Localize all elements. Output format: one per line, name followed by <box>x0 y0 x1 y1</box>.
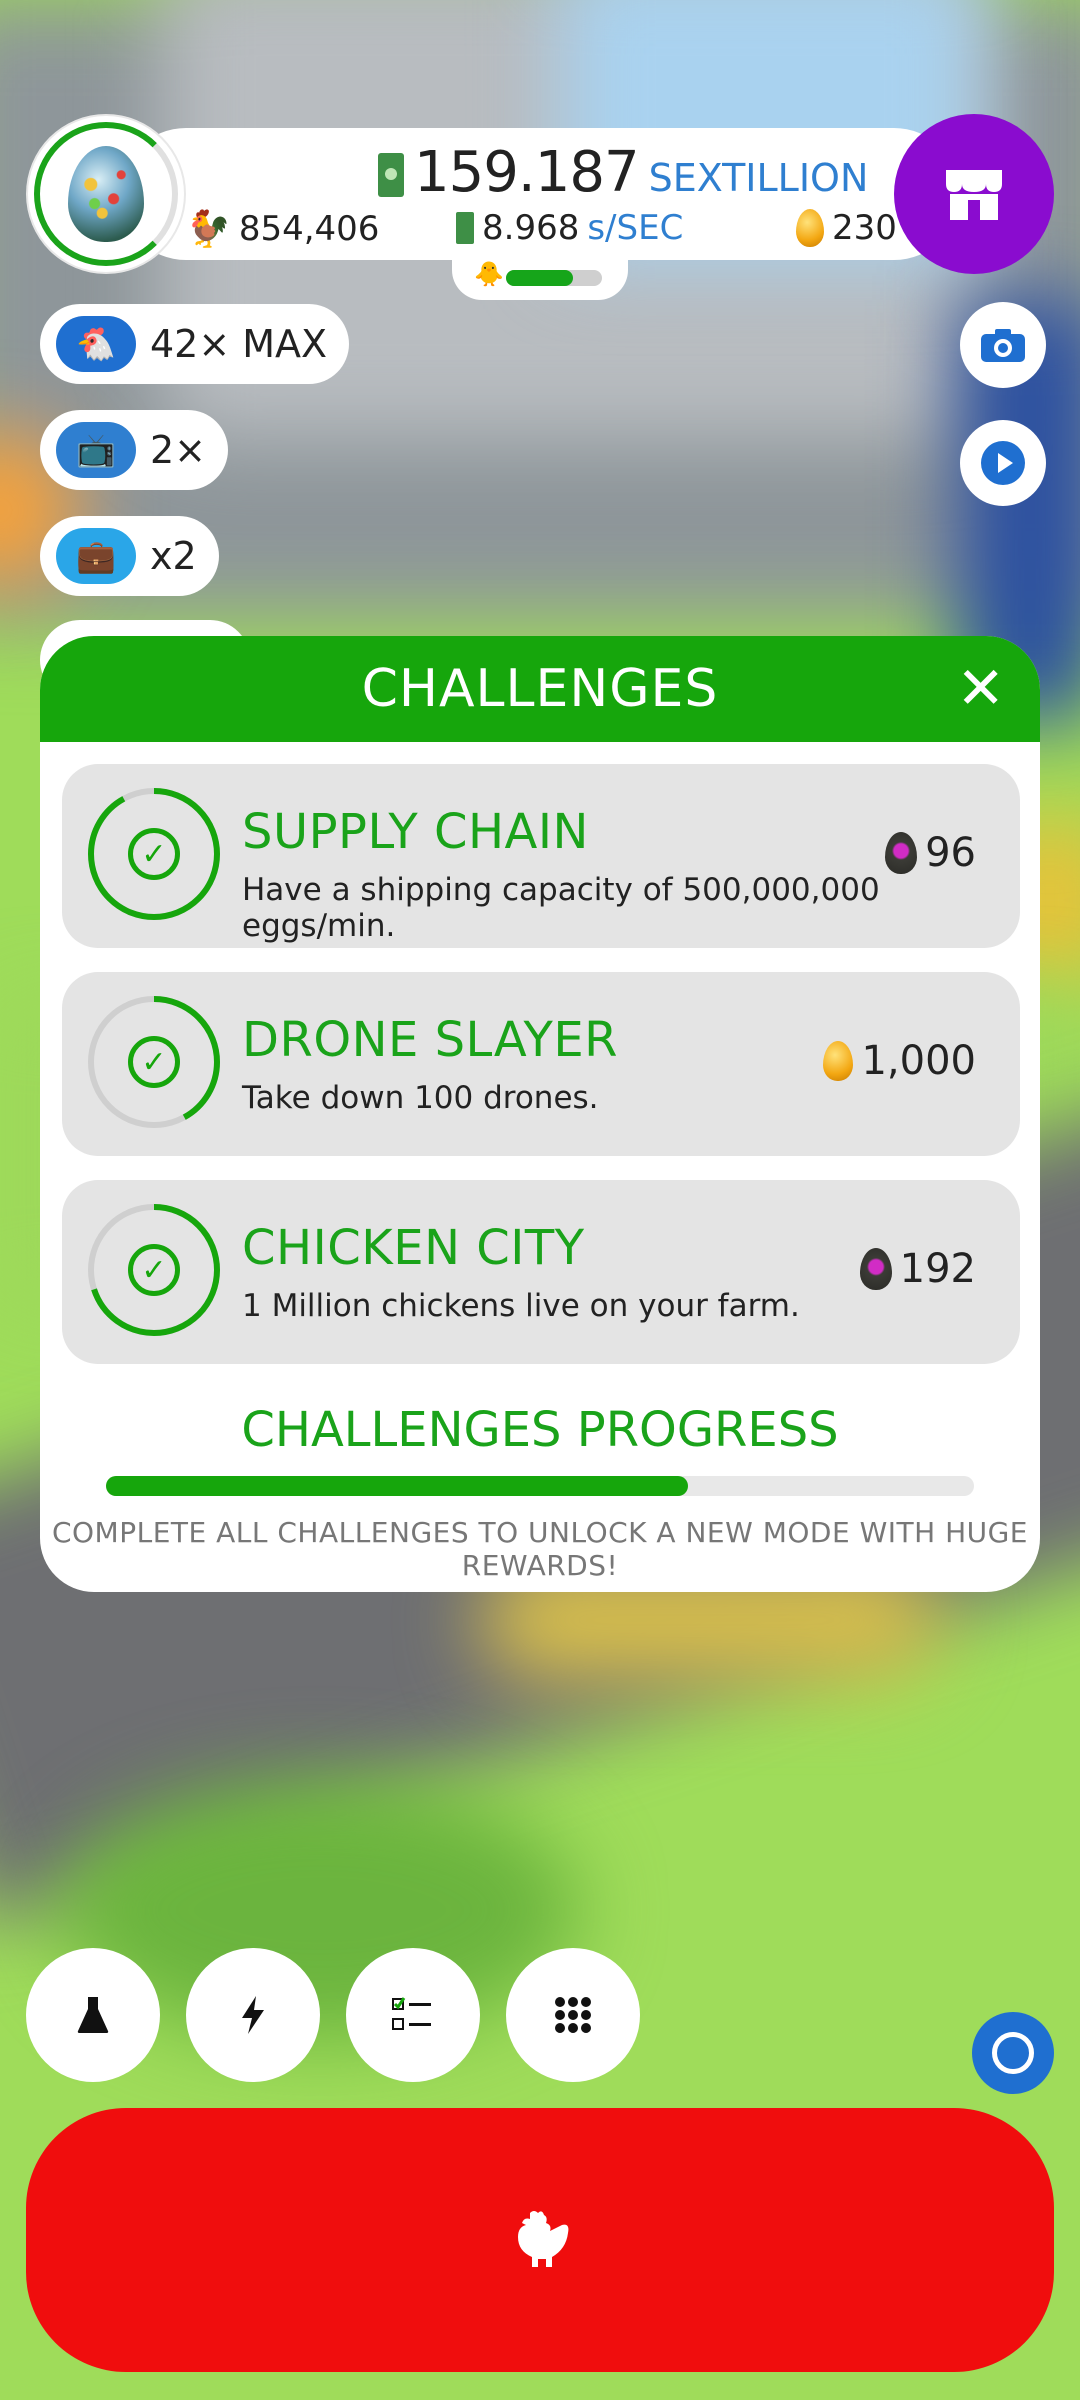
challenges-button[interactable] <box>346 1948 480 2082</box>
golden-egg-count: 230 <box>796 208 897 248</box>
grid-icon <box>555 1997 591 2033</box>
boost-label: x2 <box>150 534 197 578</box>
rate-value: 8.968 <box>482 208 580 248</box>
challenge-description: 1 Million chickens live on your farm. <box>242 1288 800 1324</box>
soul-egg-icon <box>885 832 918 874</box>
habitat-progress-fill <box>506 270 574 286</box>
challenges-progress-fill <box>106 1476 688 1496</box>
challenge-progress-ring: ✓ <box>88 996 220 1128</box>
shop-button[interactable] <box>894 114 1054 274</box>
challenges-progress-title: CHALLENGES PROGRESS <box>241 1402 839 1458</box>
boost-label: 2× <box>150 428 207 472</box>
challenge-progress-ring: ✓ <box>88 788 220 920</box>
hatch-chicken-button[interactable] <box>26 2108 1054 2372</box>
boost-bag-icon: 💼 <box>56 528 136 584</box>
dialog-title: CHALLENGES <box>361 659 719 719</box>
challenge-card[interactable]: ✓ SUPPLY CHAIN Have a shipping capacity … <box>62 764 1020 948</box>
challenge-card[interactable]: ✓ CHICKEN CITY 1 Million chickens live o… <box>62 1180 1020 1364</box>
cash-icon <box>378 153 404 197</box>
earning-rate: 8.968 s/SEC <box>456 208 683 248</box>
close-button[interactable]: ✕ <box>956 658 1006 718</box>
check-icon: ✓ <box>128 1244 180 1296</box>
habitat-progress-track <box>506 270 602 286</box>
golden-egg-value: 230 <box>832 208 897 248</box>
chicken-count: 🐓 854,406 <box>186 208 379 250</box>
challenge-title: DRONE SLAYER <box>242 1012 619 1068</box>
challenges-dialog: CHALLENGES ✕ ✓ SUPPLY CHAIN Have a shipp… <box>40 636 1040 1592</box>
boost-multiplier[interactable]: 💼 x2 <box>40 516 219 596</box>
challenge-card[interactable]: ✓ DRONE SLAYER Take down 100 drones. 1,0… <box>62 972 1020 1156</box>
chicken-count-value: 854,406 <box>238 209 380 249</box>
challenge-description: Have a shipping capacity of 500,000,000 … <box>242 872 880 944</box>
reward-value: 1,000 <box>861 1038 976 1084</box>
money-unit: SEXTILLION <box>648 156 869 200</box>
boost-video-2x[interactable]: 📺 2× <box>40 410 229 490</box>
habitat-progress[interactable]: 🐥 <box>452 252 628 300</box>
camera-button[interactable] <box>960 302 1046 388</box>
soul-egg-icon <box>859 1248 892 1290</box>
challenge-progress-ring: ✓ <box>88 1204 220 1336</box>
dialog-header: CHALLENGES ✕ <box>40 636 1040 742</box>
circle-icon <box>992 2032 1034 2074</box>
chick-icon: 🐥 <box>474 260 504 288</box>
boost-chicken-max[interactable]: 🐔 42× MAX <box>40 304 350 384</box>
challenge-reward: 96 <box>885 830 976 876</box>
golden-egg-icon <box>796 209 824 247</box>
checklist-icon <box>392 1997 431 2030</box>
cash-icon <box>456 212 474 244</box>
money-value: 159.187 <box>414 140 640 205</box>
egg-type-button[interactable] <box>28 116 184 272</box>
check-icon: ✓ <box>128 828 180 880</box>
challenge-reward: 1,000 <box>823 1038 976 1084</box>
chicken-icon: 🐔 <box>56 316 136 372</box>
challenge-description: Take down 100 drones. <box>242 1080 599 1116</box>
shop-icon <box>946 170 1002 220</box>
challenges-progress-bar <box>106 1476 974 1496</box>
challenge-title: SUPPLY CHAIN <box>242 804 589 860</box>
golden-egg-icon <box>823 1041 854 1081</box>
lightning-icon <box>242 1996 264 2034</box>
challenge-reward: 192 <box>859 1246 976 1292</box>
menu-button[interactable] <box>506 1948 640 2082</box>
reward-value: 192 <box>899 1246 976 1292</box>
money-display: 159.187 SEXTILLION <box>378 140 869 205</box>
tv-icon: 📺 <box>56 422 136 478</box>
circle-button[interactable] <box>972 2012 1054 2094</box>
video-button[interactable] <box>960 420 1046 506</box>
boosts-button[interactable] <box>186 1948 320 2082</box>
chicken-icon: 🐓 <box>186 209 231 250</box>
challenge-title: CHICKEN CITY <box>242 1220 585 1276</box>
rate-unit: s/SEC <box>587 208 684 248</box>
challenges-progress-note: COMPLETE ALL CHALLENGES TO UNLOCK A NEW … <box>51 1516 1029 1582</box>
check-icon: ✓ <box>128 1036 180 1088</box>
reward-value: 96 <box>925 830 976 876</box>
chicken-icon <box>518 2211 569 2267</box>
camera-icon <box>981 329 1025 362</box>
flask-icon <box>77 1997 109 2033</box>
research-button[interactable] <box>26 1948 160 2082</box>
boost-label: 42× MAX <box>150 322 328 366</box>
play-icon <box>981 441 1025 485</box>
